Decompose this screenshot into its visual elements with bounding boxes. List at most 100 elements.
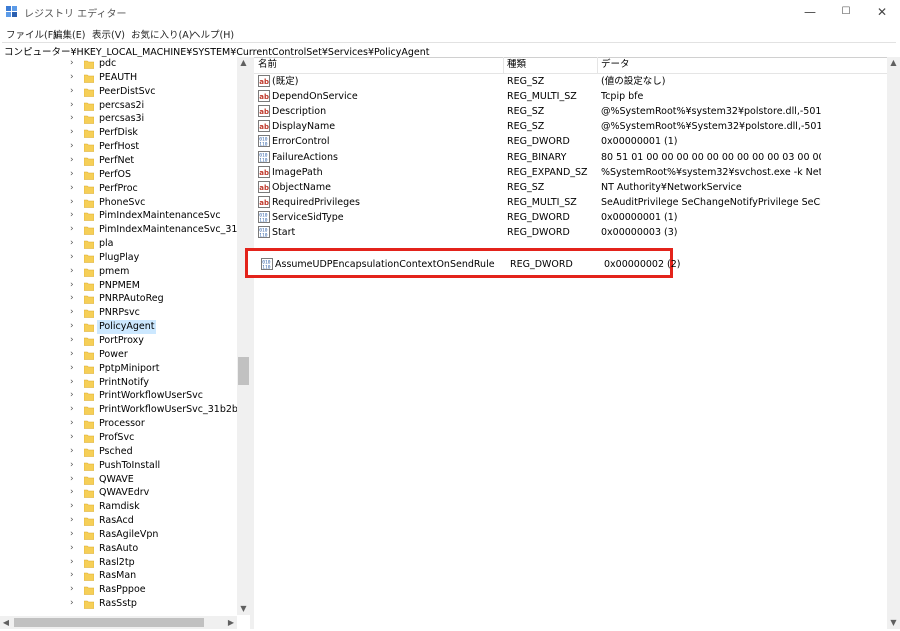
scroll-down-arrow-icon[interactable]: ▼ (237, 603, 250, 615)
tree-item[interactable]: › Psched (0, 445, 237, 459)
value-row[interactable]: ab ObjectName REG_SZ NT Authority¥NetworkSe… (254, 180, 887, 195)
tree-vertical-scrollbar[interactable]: ▲ ▼ (237, 57, 250, 615)
value-row[interactable]: ab Description REG_SZ @%SystemRoot%¥system3… (254, 104, 887, 119)
menu-edit[interactable]: 編集(E) (53, 27, 85, 41)
chevron-right-icon[interactable]: › (70, 238, 78, 249)
tree-item[interactable]: › PimIndexMaintenanceSvc_31b2b (0, 223, 237, 237)
tree-item[interactable]: › PerfDisk (0, 126, 237, 140)
value-row[interactable]: 010 110 Start REG_DWORD 0x00000003 (3) (254, 225, 887, 240)
chevron-right-icon[interactable]: › (70, 266, 78, 277)
tree-item[interactable]: › percsas2i (0, 99, 237, 113)
chevron-right-icon[interactable]: › (70, 210, 78, 221)
tree-item[interactable]: › RasPppoe (0, 583, 237, 597)
list-vertical-scrollbar[interactable]: ▲ ▼ (887, 57, 900, 629)
tree-item[interactable]: › PerfOS (0, 168, 237, 182)
tree-item[interactable]: › PeerDistSvc (0, 85, 237, 99)
chevron-right-icon[interactable]: › (70, 335, 78, 346)
value-row[interactable]: ab DisplayName REG_SZ @%SystemRoot%¥System3… (254, 119, 887, 134)
chevron-right-icon[interactable]: › (70, 252, 78, 263)
tree-item[interactable]: › pla (0, 237, 237, 251)
scroll-right-arrow-icon[interactable]: ▶ (225, 616, 237, 629)
chevron-right-icon[interactable]: › (70, 460, 78, 471)
tree-item[interactable]: › PlugPlay (0, 251, 237, 265)
menu-file[interactable]: ファイル(F) (6, 27, 57, 41)
tree-item[interactable]: › pdc (0, 57, 237, 71)
value-row[interactable]: 010 110 FailureActions REG_BINARY 80 51 01 0… (254, 150, 887, 165)
tree-item[interactable]: › Rasl2tp (0, 556, 237, 570)
tree-item[interactable]: › PNPMEM (0, 279, 237, 293)
chevron-right-icon[interactable]: › (70, 280, 78, 291)
tree-item[interactable]: › PortProxy (0, 334, 237, 348)
value-row[interactable]: ab (既定) REG_SZ (値の設定なし) (254, 74, 887, 89)
chevron-right-icon[interactable]: › (70, 141, 78, 152)
tree-item[interactable]: › PushToInstall (0, 459, 237, 473)
value-row[interactable]: 010 110 ErrorControl REG_DWORD 0x00000001 (1… (254, 134, 887, 149)
chevron-right-icon[interactable]: › (70, 515, 78, 526)
chevron-right-icon[interactable]: › (70, 127, 78, 138)
chevron-right-icon[interactable]: › (70, 543, 78, 554)
tree-item[interactable]: › RasAuto (0, 542, 237, 556)
menu-favorites[interactable]: お気に入り(A) (131, 27, 192, 41)
chevron-right-icon[interactable]: › (70, 446, 78, 457)
tree-item[interactable]: › PNRPAutoReg (0, 292, 237, 306)
chevron-right-icon[interactable]: › (70, 529, 78, 540)
tree-item[interactable]: › PptpMiniport (0, 362, 237, 376)
chevron-right-icon[interactable]: › (70, 363, 78, 374)
tree-item[interactable]: › RasSstp (0, 597, 237, 611)
chevron-right-icon[interactable]: › (70, 390, 78, 401)
chevron-right-icon[interactable]: › (70, 474, 78, 485)
tree-hscroll-thumb[interactable] (14, 618, 204, 627)
tree-item[interactable]: › PerfNet (0, 154, 237, 168)
tree-item[interactable]: › PrintWorkflowUserSvc (0, 389, 237, 403)
chevron-right-icon[interactable]: › (70, 418, 78, 429)
tree-item[interactable]: › pmem (0, 265, 237, 279)
menu-help[interactable]: ヘルプ(H) (191, 27, 234, 41)
chevron-right-icon[interactable]: › (70, 349, 78, 360)
tree-item[interactable]: › PrintWorkflowUserSvc_31b2b (0, 403, 237, 417)
tree-item[interactable]: › PolicyAgent (0, 320, 237, 335)
tree-item[interactable]: › PerfHost (0, 140, 237, 154)
tree-item[interactable]: › QWAVE (0, 473, 237, 487)
minimize-button[interactable]: — (792, 0, 828, 24)
chevron-right-icon[interactable]: › (70, 72, 78, 83)
value-row[interactable]: ab DependOnService REG_MULTI_SZ Tcpip bfe (254, 89, 887, 104)
chevron-right-icon[interactable]: › (70, 570, 78, 581)
chevron-right-icon[interactable]: › (70, 155, 78, 166)
menu-view[interactable]: 表示(V) (92, 27, 125, 41)
chevron-right-icon[interactable]: › (70, 501, 78, 512)
close-button[interactable]: ✕ (864, 0, 900, 24)
tree-item[interactable]: › PNRPsvc (0, 306, 237, 320)
chevron-right-icon[interactable]: › (70, 113, 78, 124)
tree-item[interactable]: › PerfProc (0, 182, 237, 196)
chevron-right-icon[interactable]: › (70, 598, 78, 609)
tree-item[interactable]: › PhoneSvc (0, 196, 237, 210)
tree-item[interactable]: › Processor (0, 417, 237, 431)
tree-scroll-thumb[interactable] (238, 357, 249, 385)
tree-item[interactable]: › RasAcd (0, 514, 237, 528)
tree-item[interactable]: › QWAVEdrv (0, 486, 237, 500)
chevron-right-icon[interactable]: › (70, 487, 78, 498)
address-bar[interactable]: コンピューター¥HKEY_LOCAL_MACHINE¥SYSTEM¥Curren… (2, 42, 896, 58)
chevron-right-icon[interactable]: › (70, 557, 78, 568)
highlighted-value-row[interactable]: 010 110 AssumeUDPEncapsulationContextOnS… (257, 257, 681, 272)
tree-item[interactable]: › percsas3i (0, 112, 237, 126)
maximize-button[interactable]: ☐ (828, 0, 864, 24)
scroll-up-arrow-icon[interactable]: ▲ (887, 57, 900, 69)
chevron-right-icon[interactable]: › (70, 321, 78, 332)
tree-horizontal-scrollbar[interactable]: ◀ ▶ (0, 616, 237, 629)
scroll-left-arrow-icon[interactable]: ◀ (0, 616, 12, 629)
value-row[interactable]: ab RequiredPrivileges REG_MULTI_SZ SeAuditP… (254, 195, 887, 210)
chevron-right-icon[interactable]: › (70, 307, 78, 318)
chevron-right-icon[interactable]: › (70, 432, 78, 443)
column-header-name[interactable]: 名前 (254, 57, 504, 73)
chevron-right-icon[interactable]: › (70, 224, 78, 235)
tree-item[interactable]: › PrintNotify (0, 376, 237, 390)
chevron-right-icon[interactable]: › (70, 183, 78, 194)
chevron-right-icon[interactable]: › (70, 169, 78, 180)
value-row[interactable]: 010 110 ServiceSidType REG_DWORD 0x00000001 … (254, 210, 887, 225)
chevron-right-icon[interactable]: › (70, 404, 78, 415)
value-row[interactable]: ab ImagePath REG_EXPAND_SZ %SystemRoot%¥sys… (254, 165, 887, 180)
chevron-right-icon[interactable]: › (70, 100, 78, 111)
scroll-up-arrow-icon[interactable]: ▲ (237, 57, 250, 69)
tree-item[interactable]: › RasAgileVpn (0, 528, 237, 542)
